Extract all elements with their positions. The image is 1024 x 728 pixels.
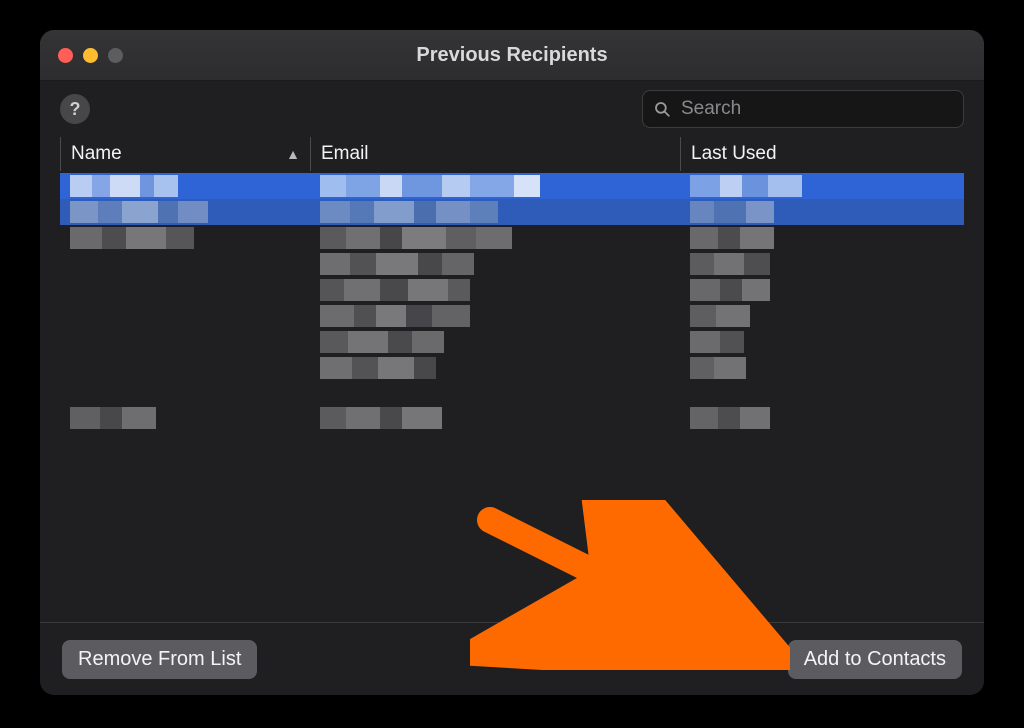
table-row[interactable] xyxy=(60,225,964,251)
toolbar: ? xyxy=(40,81,984,137)
column-label: Email xyxy=(321,143,369,165)
redacted-text xyxy=(70,405,156,431)
redacted-text xyxy=(320,355,436,381)
redacted-text xyxy=(70,173,178,199)
redacted-text xyxy=(70,199,208,225)
column-header-name[interactable]: Name ▲ xyxy=(60,137,310,171)
table-body xyxy=(60,173,964,431)
redacted-text xyxy=(690,173,802,199)
redacted-text xyxy=(320,225,512,251)
search-input[interactable] xyxy=(679,97,953,121)
table-row[interactable] xyxy=(60,277,964,303)
table-row[interactable] xyxy=(60,173,964,199)
add-to-contacts-button[interactable]: Add to Contacts xyxy=(788,640,962,679)
table-row[interactable] xyxy=(60,405,964,431)
redacted-text xyxy=(320,173,540,199)
redacted-text xyxy=(690,405,770,431)
titlebar: Previous Recipients xyxy=(40,30,984,81)
redacted-text xyxy=(320,329,444,355)
minimize-icon[interactable] xyxy=(83,48,98,63)
previous-recipients-window: Previous Recipients ? Name ▲ Email Last … xyxy=(40,30,984,695)
redacted-text xyxy=(690,199,774,225)
table-header: Name ▲ Email Last Used xyxy=(60,137,964,171)
redacted-text xyxy=(690,251,770,277)
redacted-text xyxy=(690,303,750,329)
zoom-icon[interactable] xyxy=(108,48,123,63)
redacted-text xyxy=(320,405,442,431)
table-row[interactable] xyxy=(60,251,964,277)
table-row[interactable] xyxy=(60,329,964,355)
sort-ascending-icon: ▲ xyxy=(286,146,300,162)
column-header-last-used[interactable]: Last Used xyxy=(680,137,964,171)
column-label: Last Used xyxy=(691,143,777,165)
table-row[interactable] xyxy=(60,381,964,405)
redacted-text xyxy=(320,251,474,277)
column-header-email[interactable]: Email xyxy=(310,137,680,171)
window-title: Previous Recipients xyxy=(40,44,984,67)
footer: Remove From List Add to Contacts xyxy=(40,622,984,695)
redacted-text xyxy=(320,199,498,225)
redacted-text xyxy=(70,225,194,251)
table-row[interactable] xyxy=(60,355,964,381)
redacted-text xyxy=(320,277,470,303)
redacted-text xyxy=(690,225,774,251)
redacted-text xyxy=(690,277,770,303)
table-row[interactable] xyxy=(60,199,964,225)
column-label: Name xyxy=(71,143,122,165)
table-row[interactable] xyxy=(60,303,964,329)
redacted-text xyxy=(320,303,470,329)
help-button[interactable]: ? xyxy=(60,94,90,124)
close-icon[interactable] xyxy=(58,48,73,63)
recipients-table: Name ▲ Email Last Used xyxy=(40,137,984,431)
search-field[interactable] xyxy=(642,90,964,128)
remove-from-list-button[interactable]: Remove From List xyxy=(62,640,257,679)
window-controls xyxy=(58,48,123,63)
redacted-text xyxy=(690,355,746,381)
redacted-text xyxy=(690,329,744,355)
search-icon xyxy=(653,100,671,118)
